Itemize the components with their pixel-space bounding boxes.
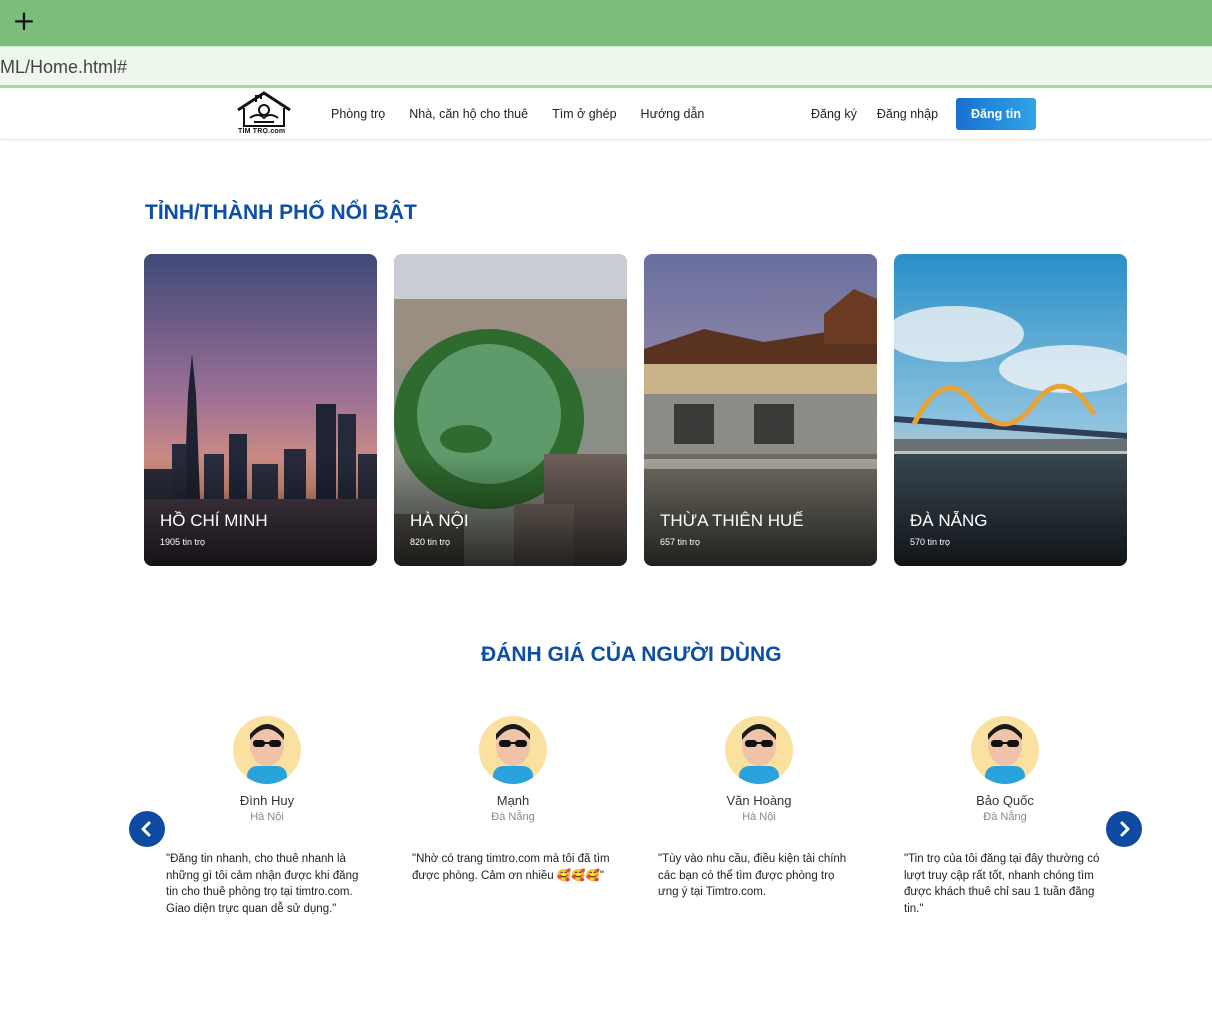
- listing-count: 820 tin trọ: [410, 537, 451, 547]
- review-text: "Tin trọ của tôi đăng tại đây thường có …: [904, 853, 1100, 915]
- featured-cities-title: TỈNH/THÀNH PHỐ NỔI BẬT: [145, 201, 417, 224]
- listing-count: 657 tin trọ: [660, 537, 701, 547]
- reviewer-city: Hà Nội: [742, 811, 776, 823]
- reviewer-city: Đà Nẵng: [491, 811, 535, 823]
- reviewer-name: Mạnh: [496, 793, 530, 808]
- avatar: [233, 716, 301, 784]
- nav-huong-dan[interactable]: Hướng dẫn: [641, 107, 705, 121]
- review-text: "Tùy vào nhu cầu, điều kiện tài chính cá…: [658, 853, 847, 898]
- reviewer-name: Văn Hoàng: [726, 793, 792, 808]
- city-card-ha-noi[interactable]: HÀ NỘI 820 tin trọ: [394, 254, 627, 566]
- city-name: THỪA THIÊN HUẾ: [660, 511, 804, 530]
- login-link[interactable]: Đăng nhập: [877, 107, 938, 121]
- reviewer-name: Đình Huy: [239, 793, 295, 808]
- house-logo-icon: [237, 91, 291, 127]
- nav-phong-tro[interactable]: Phòng trọ: [331, 107, 385, 121]
- chevron-right-icon: [1120, 821, 1130, 837]
- reviewer-city: Hà Nội: [250, 811, 284, 823]
- chevron-left-icon: [141, 821, 151, 837]
- prev-review-button[interactable]: [129, 811, 165, 847]
- avatar: [479, 716, 547, 784]
- user-avatar-icon: [493, 724, 533, 784]
- review-text: "Đăng tin nhanh, cho thuê nhanh là những…: [166, 853, 359, 915]
- avatar: [725, 716, 793, 784]
- register-link[interactable]: Đăng ký: [811, 107, 857, 121]
- nav-nha-can-ho[interactable]: Nhà, căn hộ cho thuê: [409, 107, 528, 121]
- user-avatar-icon: [739, 724, 779, 784]
- main-nav: Phòng trọ Nhà, căn hộ cho thuê Tìm ở ghé…: [331, 88, 728, 140]
- avatar: [971, 716, 1039, 784]
- site-header: TÌM TRỌ.com Phòng trọ Nhà, căn hộ cho th…: [0, 88, 1212, 140]
- listing-count: 1905 tin trọ: [160, 537, 206, 547]
- logo-text: TÌM TRỌ.com: [238, 128, 286, 135]
- url-text: ML/Home.html#: [0, 57, 128, 77]
- city-name: HÀ NỘI: [410, 511, 469, 530]
- listing-count: 570 tin trọ: [910, 537, 951, 547]
- reviews-title: ĐÁNH GIÁ CỦA NGƯỜI DÙNG: [481, 643, 782, 666]
- new-tab-button[interactable]: +: [12, 6, 36, 36]
- city-card-da-nang[interactable]: ĐÀ NẴNG 570 tin trọ: [894, 254, 1127, 566]
- city-name: HỒ CHÍ MINH: [160, 511, 268, 530]
- city-card-thua-thien-hue[interactable]: THỪA THIÊN HUẾ 657 tin trọ: [644, 254, 877, 566]
- nav-tim-o-ghep[interactable]: Tìm ở ghép: [552, 107, 616, 121]
- address-bar[interactable]: ML/Home.html#: [0, 46, 1212, 88]
- browser-tab-bar: +: [0, 0, 1212, 46]
- next-review-button[interactable]: [1106, 811, 1142, 847]
- reviewer-city: Đà Nẵng: [983, 811, 1027, 823]
- user-avatar-icon: [247, 724, 287, 784]
- auth-nav: Đăng ký Đăng nhập: [811, 88, 958, 140]
- city-card-ho-chi-minh[interactable]: HỒ CHÍ MINH 1905 tin trọ: [144, 254, 377, 566]
- reviewer-name: Bảo Quốc: [976, 793, 1034, 808]
- site-logo[interactable]: TÌM TRỌ.com: [234, 90, 294, 138]
- post-listing-button[interactable]: Đăng tin: [956, 98, 1036, 130]
- user-avatar-icon: [985, 724, 1025, 784]
- city-name: ĐÀ NẴNG: [910, 511, 988, 530]
- review-text: "Nhờ có trang timtro.com mà tôi đã tìm đ…: [412, 853, 610, 882]
